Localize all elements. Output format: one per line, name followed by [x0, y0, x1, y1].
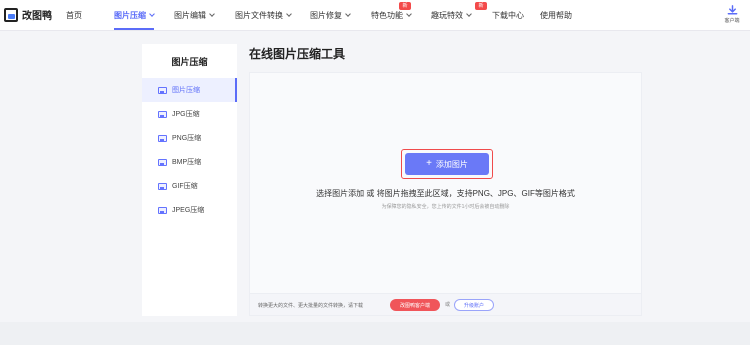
sidebar-item-jpg-compress[interactable]: JPG压缩 — [142, 102, 237, 126]
nav-item-image-repair[interactable]: 图片修复 — [310, 10, 351, 21]
sidebar-item-jpeg-compress[interactable]: JPEG压缩 — [142, 198, 237, 222]
sidebar-item-label: GIF压缩 — [172, 183, 198, 190]
download-icon — [727, 5, 737, 15]
plus-icon: + — [426, 158, 432, 169]
drop-zone[interactable]: + 添加图片 选择图片添加 或 将图片拖拽至此区域，支持PNG、JPG、GIF等… — [250, 73, 641, 293]
nav-item-home[interactable]: 首页 — [66, 10, 82, 21]
nav-item-fun-effects[interactable]: 趣玩特效 — [431, 10, 472, 21]
image-icon — [158, 158, 167, 166]
sidebar: 图片压缩 图片压缩 JPG压缩 PNG压缩 BMP压缩 GIF压缩 JPEG压缩 — [142, 44, 237, 316]
client-label: 客户端 — [724, 18, 740, 24]
chevron-down-icon — [286, 11, 292, 17]
image-icon — [158, 134, 167, 142]
add-image-label: 添加图片 — [435, 159, 468, 169]
nav-label: 图片文件转换 — [235, 11, 283, 20]
nav-item-image-compress[interactable]: 图片压缩 — [114, 10, 155, 30]
logo-icon — [4, 7, 18, 22]
nav-item-file-convert[interactable]: 图片文件转换 — [235, 10, 292, 21]
nav-label: 图片编辑 — [174, 11, 206, 20]
bottom-bar: 转换更大的文件、更大批量的文件转换，请下载 改图鸭客户端 或 升级账户 — [250, 293, 641, 315]
image-icon — [158, 86, 167, 94]
bottom-text: 转换更大的文件、更大批量的文件转换，请下载 — [258, 303, 364, 309]
add-button-highlight: + 添加图片 — [401, 149, 493, 179]
logo[interactable]: 改图鸭 — [4, 7, 52, 22]
upload-hint: 选择图片添加 或 将图片拖拽至此区域，支持PNG、JPG、GIF等图片格式 — [316, 189, 575, 198]
client-download-button[interactable]: 客户端 — [720, 5, 744, 24]
sidebar-item-label: BMP压缩 — [172, 159, 202, 166]
nav-label: 图片修复 — [310, 11, 342, 20]
sidebar-item-image-compress[interactable]: 图片压缩 — [142, 78, 237, 102]
logo-text: 改图鸭 — [22, 11, 52, 22]
sidebar-item-label: JPEG压缩 — [172, 207, 205, 214]
chevron-down-icon — [406, 11, 412, 17]
nav-label: 图片压缩 — [114, 11, 146, 20]
chevron-down-icon — [466, 11, 472, 17]
sidebar-item-label: 图片压缩 — [172, 87, 200, 94]
sidebar-title: 图片压缩 — [171, 57, 208, 67]
footer-band — [0, 322, 750, 345]
upgrade-account-button[interactable]: 升级账户 — [454, 299, 494, 311]
chevron-down-icon — [345, 11, 351, 17]
image-icon — [158, 110, 167, 118]
nav-label: 特色功能 — [371, 11, 403, 20]
client-app-button[interactable]: 改图鸭客户端 — [390, 299, 440, 311]
nav-label: 下载中心 — [492, 11, 524, 20]
privacy-hint: 为保障您的隐私安全，您上传的文件1小时后会被自动删除 — [381, 204, 510, 210]
add-image-button[interactable]: + 添加图片 — [405, 153, 489, 175]
nav-item-features[interactable]: 特色功能 — [371, 10, 412, 21]
chevron-down-icon — [209, 11, 215, 17]
top-nav: 改图鸭 首页 图片压缩 图片编辑 图片文件转换 图片修复 特色功能 新 趣玩特效… — [0, 0, 750, 31]
nav-item-download-center[interactable]: 下载中心 — [492, 10, 524, 21]
upload-panel: + 添加图片 选择图片添加 或 将图片拖拽至此区域，支持PNG、JPG、GIF等… — [249, 72, 642, 316]
sidebar-item-label: JPG压缩 — [172, 111, 200, 118]
image-icon — [158, 206, 167, 214]
new-badge: 新 — [399, 2, 411, 10]
chevron-down-icon — [149, 11, 155, 17]
image-icon — [158, 182, 167, 190]
nav-label: 趣玩特效 — [431, 11, 463, 20]
sidebar-item-png-compress[interactable]: PNG压缩 — [142, 126, 237, 150]
or-text: 或 — [445, 302, 451, 308]
new-badge: 新 — [475, 2, 487, 10]
sidebar-item-gif-compress[interactable]: GIF压缩 — [142, 174, 237, 198]
nav-item-help[interactable]: 使用帮助 — [540, 10, 572, 21]
sidebar-item-label: PNG压缩 — [172, 135, 202, 142]
sidebar-item-bmp-compress[interactable]: BMP压缩 — [142, 150, 237, 174]
nav-item-image-edit[interactable]: 图片编辑 — [174, 10, 215, 21]
page-title: 在线图片压缩工具 — [249, 47, 346, 61]
nav-label: 首页 — [66, 11, 82, 20]
nav-label: 使用帮助 — [540, 11, 572, 20]
